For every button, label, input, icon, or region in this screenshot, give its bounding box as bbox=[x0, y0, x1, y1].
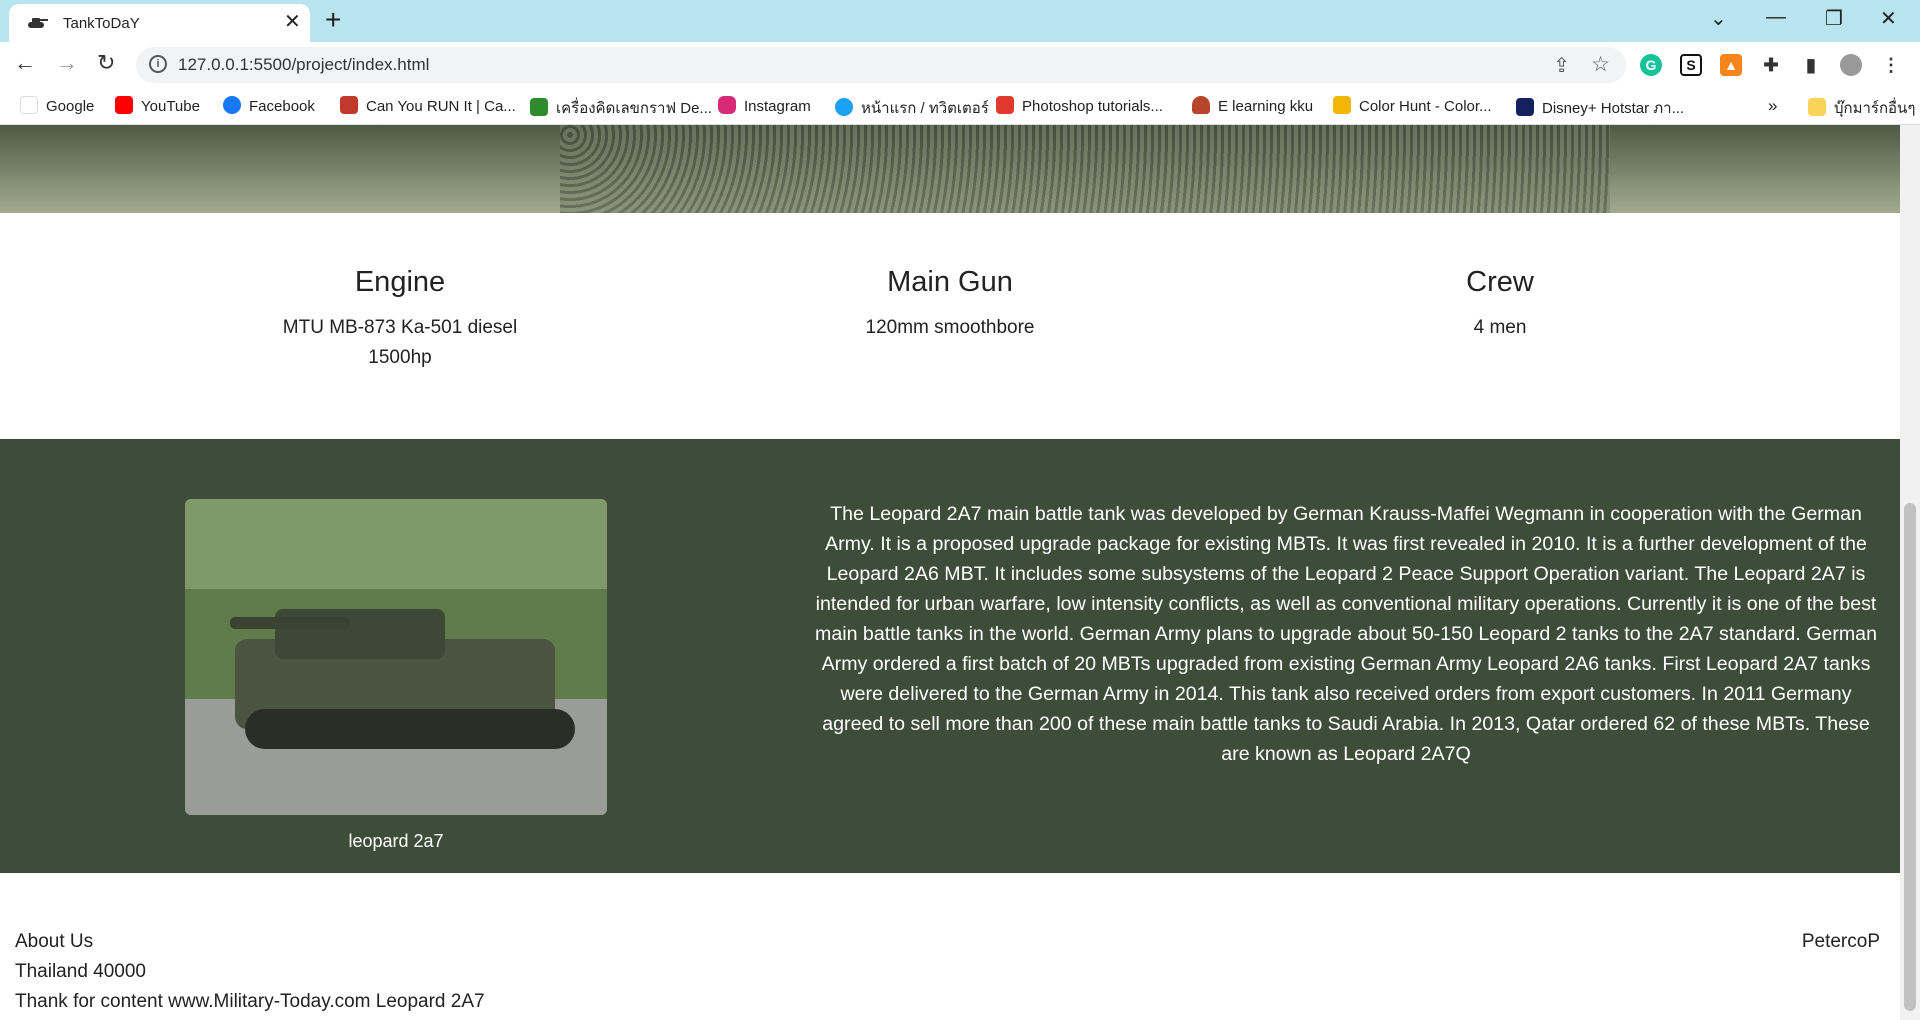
page-scrollbar[interactable] bbox=[1900, 125, 1920, 1020]
share-icon[interactable]: ⇪ bbox=[1553, 53, 1570, 78]
bookmark-item[interactable]: E learning kku bbox=[1192, 96, 1313, 116]
other-bookmarks[interactable]: บุ๊กมาร์กอื่นๆ bbox=[1808, 96, 1916, 117]
spec-value: MTU MB-873 Ka-501 diesel bbox=[282, 317, 518, 338]
bookmark-label: YouTube bbox=[141, 98, 200, 115]
browser-tab[interactable]: TankToDaY ✕ bbox=[9, 4, 310, 42]
tab-close-icon[interactable]: ✕ bbox=[284, 12, 301, 32]
adobe-icon bbox=[996, 96, 1014, 114]
new-tab-icon[interactable]: + bbox=[325, 6, 341, 34]
site-info-icon[interactable]: i bbox=[149, 55, 167, 73]
bookmark-item[interactable]: Can You RUN It | Ca... bbox=[340, 96, 516, 116]
browser-menu-icon[interactable]: ⋮ bbox=[1880, 54, 1902, 76]
page-footer: About Us Thailand 40000 Thank for conten… bbox=[0, 873, 1900, 1020]
spec-engine: Engine MTU MB-873 Ka-501 diesel 1500hp bbox=[200, 265, 600, 373]
bookmark-item[interactable]: Instagram bbox=[718, 96, 811, 116]
bookmark-label: หน้าแรก / ทวิตเตอร์ bbox=[861, 100, 989, 117]
about-section: leopard 2a7 The Leopard 2A7 main battle … bbox=[0, 439, 1900, 873]
tab-title: TankToDaY bbox=[63, 15, 140, 32]
facebook-icon bbox=[223, 96, 241, 114]
tab-search-icon[interactable]: ⌄ bbox=[1710, 6, 1727, 31]
spec-main-gun: Main Gun 120mm smoothbore bbox=[750, 265, 1150, 343]
bookmark-label: Disney+ Hotstar ภา... bbox=[1542, 100, 1685, 117]
metamask-extension-icon[interactable]: ▲ bbox=[1720, 54, 1742, 76]
colorhunt-icon bbox=[1333, 96, 1351, 114]
window-close-icon[interactable]: ✕ bbox=[1880, 6, 1897, 31]
bookmark-label: เครื่องคิดเลขกราฟ De... bbox=[556, 100, 712, 117]
elearning-icon bbox=[1192, 96, 1210, 114]
address-url[interactable]: 127.0.0.1:5500/project/index.html bbox=[178, 55, 429, 75]
spec-value: 120mm smoothbore bbox=[865, 317, 1035, 338]
bookmark-label: Google bbox=[46, 98, 95, 115]
scrollbar-thumb[interactable] bbox=[1904, 503, 1916, 1011]
tank-description: The Leopard 2A7 main battle tank was dev… bbox=[815, 503, 1877, 765]
bookmark-label: Instagram bbox=[744, 98, 811, 115]
bookmark-label: Color Hunt - Color... bbox=[1359, 98, 1492, 115]
side-panel-icon[interactable]: ▮ bbox=[1800, 54, 1822, 76]
bookmark-item[interactable]: Photoshop tutorials... bbox=[996, 96, 1163, 116]
youtube-icon bbox=[115, 96, 133, 114]
hero-banner-image bbox=[0, 125, 1900, 213]
extensions-puzzle-icon[interactable]: ✚ bbox=[1760, 54, 1782, 76]
address-bar[interactable]: i 127.0.0.1:5500/project/index.html ⇪ ☆ bbox=[136, 47, 1626, 83]
bookmark-label: E learning kku bbox=[1218, 98, 1314, 115]
twitter-icon bbox=[835, 98, 853, 116]
spec-value: 4 men bbox=[1473, 317, 1527, 338]
back-icon[interactable]: ← bbox=[14, 51, 36, 75]
other-bookmarks-label: บุ๊กมาร์กอื่นๆ bbox=[1834, 100, 1916, 117]
restore-icon[interactable]: ❐ bbox=[1825, 6, 1843, 31]
folder-icon bbox=[1808, 98, 1826, 116]
bookmark-item[interactable]: Color Hunt - Color... bbox=[1333, 96, 1492, 116]
bookmark-item[interactable]: เครื่องคิดเลขกราฟ De... bbox=[530, 96, 712, 117]
tank-illustration bbox=[185, 499, 607, 815]
bookmark-label: Photoshop tutorials... bbox=[1022, 98, 1163, 115]
page-viewport: Engine MTU MB-873 Ka-501 diesel 1500hp M… bbox=[0, 125, 1900, 1020]
canyourunit-icon bbox=[340, 96, 358, 114]
specs-section: Engine MTU MB-873 Ka-501 diesel 1500hp M… bbox=[0, 213, 1900, 439]
footer-address: Thailand 40000 bbox=[15, 961, 146, 982]
google-icon bbox=[20, 96, 38, 114]
grammarly-extension-icon[interactable]: G bbox=[1640, 54, 1662, 76]
browser-titlebar: TankToDaY ✕ + ⌄ — ❐ ✕ bbox=[0, 0, 1920, 42]
profile-avatar[interactable] bbox=[1840, 54, 1862, 76]
hero-texture bbox=[560, 125, 1610, 213]
spec-crew: Crew 4 men bbox=[1300, 265, 1700, 343]
bookmarks-bar: Google YouTube Facebook Can You RUN It |… bbox=[0, 88, 1920, 125]
footer-author: PetercoP bbox=[1801, 931, 1880, 952]
bookmark-item[interactable]: Google bbox=[20, 96, 94, 116]
bookmark-item[interactable]: หน้าแรก / ทวิตเตอร์ bbox=[835, 96, 989, 117]
spec-title: Main Gun bbox=[887, 266, 1013, 298]
spec-value: 1500hp bbox=[368, 347, 432, 368]
reload-icon[interactable]: ↻ bbox=[97, 51, 115, 75]
instagram-icon bbox=[718, 96, 736, 114]
image-caption: leopard 2a7 bbox=[348, 831, 444, 851]
bookmark-item[interactable]: Facebook bbox=[223, 96, 315, 116]
bookmark-label: Facebook bbox=[249, 98, 315, 115]
bookmark-item[interactable]: Disney+ Hotstar ภา... bbox=[1516, 96, 1685, 117]
hotstar-icon bbox=[1516, 98, 1534, 116]
spec-title: Engine bbox=[354, 266, 446, 298]
desmos-icon bbox=[530, 98, 548, 116]
footer-about-us: About Us bbox=[15, 931, 94, 952]
spec-title: Crew bbox=[1466, 266, 1534, 298]
bookmark-label: Can You RUN It | Ca... bbox=[366, 98, 516, 115]
tank-favicon-icon bbox=[28, 18, 48, 28]
bookmark-star-icon[interactable]: ☆ bbox=[1591, 52, 1610, 77]
bookmark-item[interactable]: YouTube bbox=[115, 96, 200, 116]
footer-credit: Thank for content www.Military-Today.com… bbox=[15, 991, 485, 1012]
more-bookmarks-icon[interactable]: » bbox=[1768, 96, 1777, 116]
s-extension-icon[interactable]: S bbox=[1680, 54, 1702, 76]
browser-toolbar: ← → ↻ i 127.0.0.1:5500/project/index.htm… bbox=[0, 42, 1920, 88]
minimize-icon[interactable]: — bbox=[1766, 6, 1786, 29]
forward-icon[interactable]: → bbox=[56, 51, 78, 75]
leopard-tank-image bbox=[185, 499, 607, 815]
footer-info: About Us Thailand 40000 Thank for conten… bbox=[15, 927, 485, 1017]
